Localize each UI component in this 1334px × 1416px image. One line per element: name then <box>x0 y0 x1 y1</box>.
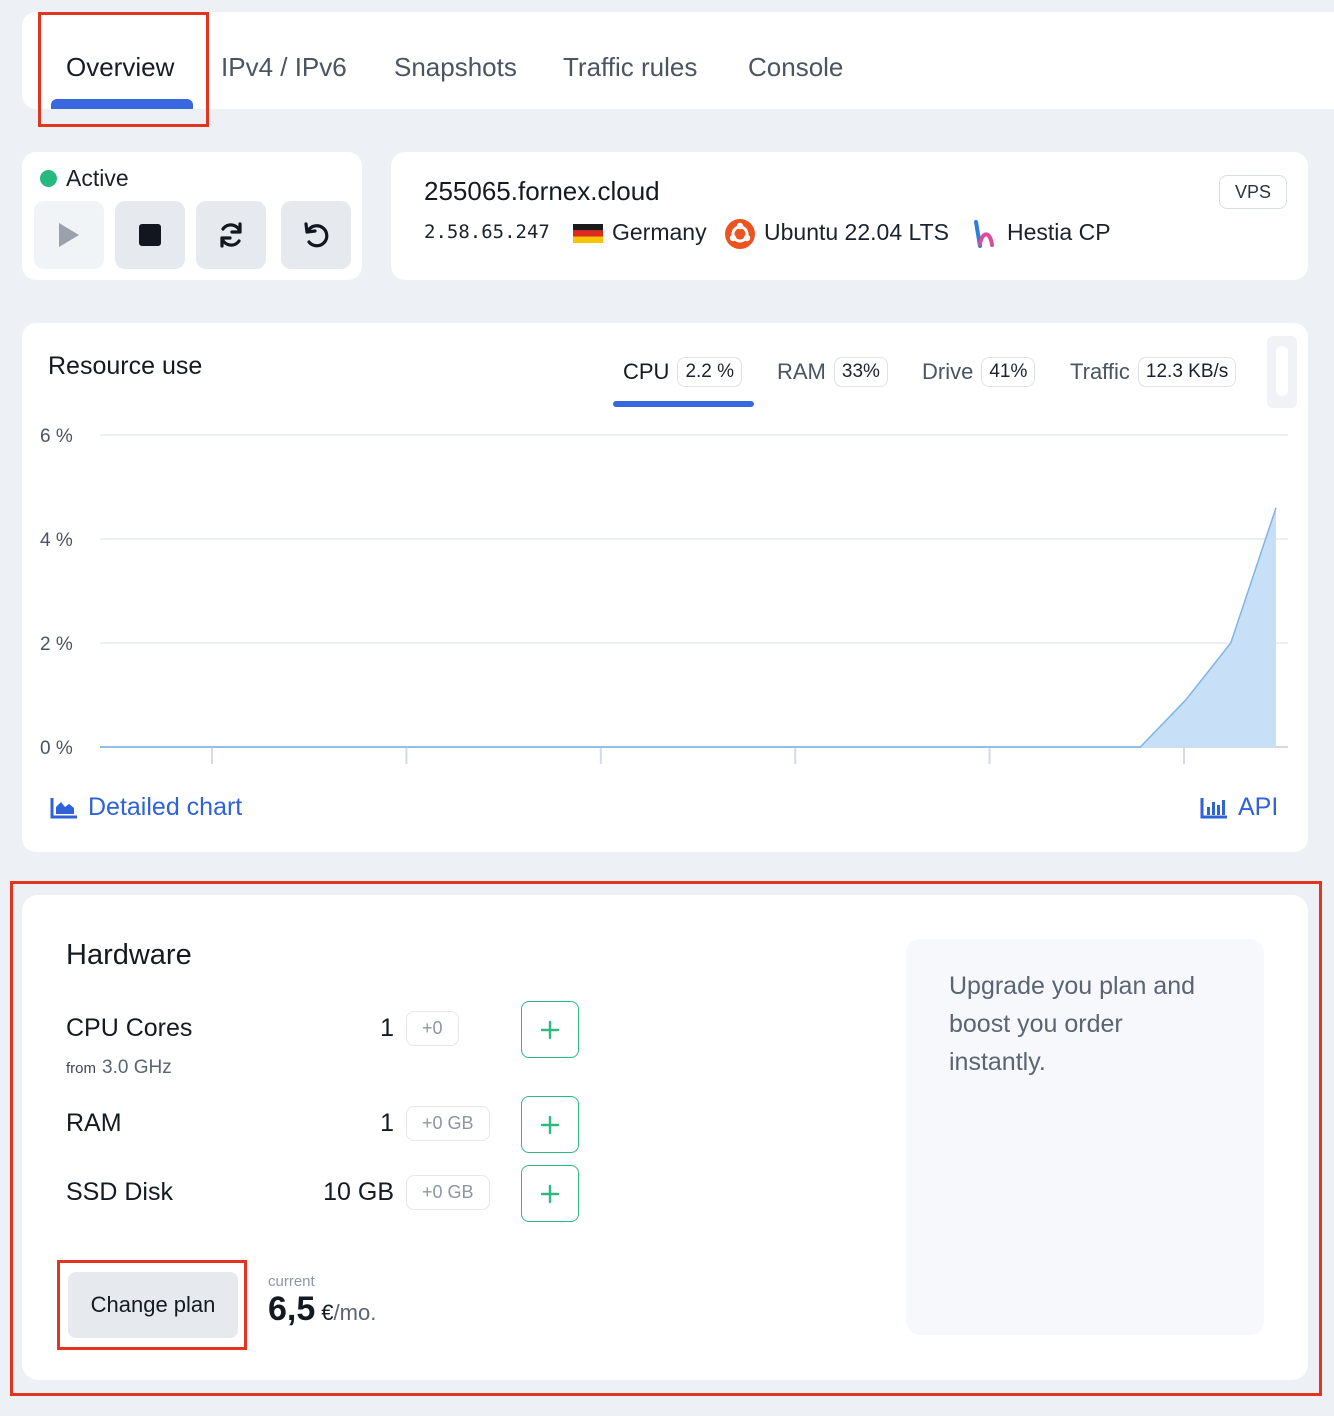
ram-value: 1 <box>380 1109 394 1137</box>
hardware-title: Hardware <box>66 939 192 971</box>
api-label: API <box>1238 793 1279 821</box>
y-tick-label: 4 % <box>40 530 73 551</box>
price-period: /mo. <box>333 1300 377 1325</box>
power-controls-card: Active <box>22 152 362 280</box>
ram-delta: +0 GB <box>406 1106 490 1141</box>
reinstall-icon <box>304 222 329 248</box>
bar-chart-icon <box>1200 797 1227 818</box>
upgrade-panel: Upgrade you plan and boost you order ins… <box>906 939 1264 1335</box>
hardware-card: Hardware CPU Cores 1 +0 from 3.0 GHz RAM … <box>22 895 1308 1380</box>
tab-ipv4-ipv6[interactable]: IPv4 / IPv6 <box>221 52 347 83</box>
tab-bar: Overview IPv4 / IPv6 Snapshots Traffic r… <box>22 12 1334 109</box>
ssd-disk-delta: +0 GB <box>406 1175 490 1210</box>
upgrade-text: Upgrade you plan and boost you order ins… <box>949 972 1196 1076</box>
server-info-card: 255065.fornex.cloud VPS 2.58.65.247 Germ… <box>391 152 1308 280</box>
tab-snapshots[interactable]: Snapshots <box>394 52 517 83</box>
ssd-disk-value: 10 GB <box>323 1178 394 1206</box>
tab-overview[interactable]: Overview <box>66 52 174 83</box>
cpu-frequency-value: 3.0 GHz <box>102 1057 172 1078</box>
ram-label: RAM <box>66 1109 122 1137</box>
stop-button[interactable] <box>115 201 185 269</box>
stop-icon <box>139 224 161 246</box>
cpu-cores-value: 1 <box>380 1014 394 1042</box>
cpu-cores-label: CPU Cores <box>66 1014 193 1042</box>
server-country: Germany <box>612 219 707 245</box>
y-tick-label: 6 % <box>40 426 73 447</box>
server-hostname: 255065.fornex.cloud <box>424 176 660 206</box>
server-panel: Hestia CP <box>1007 219 1111 245</box>
cpu-frequency-prefix: from <box>66 1060 96 1077</box>
plus-icon <box>540 1184 560 1203</box>
detailed-chart-label: Detailed chart <box>88 793 243 821</box>
price-amount: 6,5 <box>268 1290 316 1328</box>
api-link[interactable]: API <box>1200 793 1278 822</box>
y-tick-label: 0 % <box>40 738 73 759</box>
start-button[interactable] <box>34 201 104 269</box>
cpu-cores-delta: +0 <box>406 1011 459 1046</box>
resource-use-card: Resource use CPU 2.2 % RAM 33% Drive 41%… <box>22 323 1308 852</box>
price-caption: current <box>268 1273 315 1290</box>
tab-traffic-rules[interactable]: Traffic rules <box>563 52 697 83</box>
cpu-line <box>100 507 1277 748</box>
detailed-chart-link[interactable]: Detailed chart <box>50 793 242 822</box>
active-tab-indicator <box>51 99 193 109</box>
plus-icon <box>540 1020 560 1039</box>
server-os: Ubuntu 22.04 LTS <box>764 219 949 245</box>
area-chart-icon <box>50 797 77 818</box>
y-tick-label: 2 % <box>40 634 73 655</box>
add-cpu-button[interactable] <box>521 1001 579 1058</box>
server-ip[interactable]: 2.58.65.247 <box>424 221 550 243</box>
cpu-frequency: from 3.0 GHz <box>66 1057 172 1079</box>
hestia-cp-logo-icon <box>974 220 994 248</box>
add-disk-button[interactable] <box>521 1165 579 1222</box>
ssd-disk-label: SSD Disk <box>66 1178 173 1206</box>
ubuntu-icon <box>725 219 755 249</box>
germany-flag-icon <box>573 224 603 243</box>
status-label: Active <box>66 165 129 191</box>
cpu-usage-chart: 0 % 2 % 4 % 6 % <box>40 426 1288 764</box>
restart-button[interactable] <box>196 201 266 269</box>
status-dot <box>40 170 57 187</box>
refresh-icon <box>220 222 242 248</box>
add-ram-button[interactable] <box>521 1096 579 1153</box>
cpu-area <box>100 507 1276 747</box>
server-type-badge: VPS <box>1219 175 1287 209</box>
plus-icon <box>540 1115 560 1134</box>
price-currency: € <box>321 1300 334 1325</box>
tab-console[interactable]: Console <box>748 52 843 83</box>
reinstall-button[interactable] <box>281 201 351 269</box>
play-icon <box>59 223 79 247</box>
current-price: 6,5 €/mo. <box>268 1290 376 1329</box>
change-plan-button[interactable]: Change plan <box>68 1272 238 1338</box>
